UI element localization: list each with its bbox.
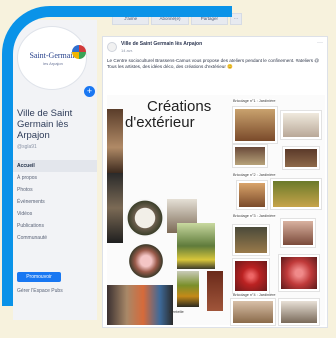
craft-photo <box>233 225 269 255</box>
craft-photo <box>281 111 321 139</box>
page-action-bar: J'aime Abonné(e) Partager ··· <box>112 13 242 25</box>
photo-planter <box>177 223 215 269</box>
collage-title: Créations d'extérieur <box>125 99 225 131</box>
section-label: Bricolage n°2 : Jardinière <box>233 173 276 177</box>
craft-photo <box>233 107 277 143</box>
craft-photo <box>279 299 319 325</box>
more-options-button[interactable]: ··· <box>229 13 242 25</box>
photo-bottle <box>177 271 199 307</box>
craft-photo <box>283 147 319 169</box>
craft-photo <box>233 145 267 167</box>
manage-ads-link[interactable]: Gérer l'Espace Pubs <box>17 288 63 294</box>
craft-photo <box>271 179 321 209</box>
logo-subtext: les Arpajon <box>43 61 63 66</box>
update-photo-button[interactable]: + <box>84 86 95 97</box>
craft-photo <box>281 219 315 247</box>
page-profile-picture[interactable]: Saint-Germain les Arpajon <box>17 26 87 90</box>
logo-emblem-icon <box>72 45 86 59</box>
page-handle: @sgla91 <box>17 144 37 150</box>
page-sidebar: Saint-Germain les Arpajon + Ville de Sai… <box>13 20 97 320</box>
post-card: Ville de Saint Germain lès Arpajon 14 av… <box>102 36 328 328</box>
collage-title-line1: Créations <box>147 98 212 115</box>
nav-item-posts[interactable]: Publications <box>13 220 97 232</box>
section-label: Bricolage n°4 : Jardinière <box>233 293 276 297</box>
post-text: Le Centre socioculturel Brassens-Camus v… <box>107 58 320 69</box>
nav-item-community[interactable]: Communauté <box>13 232 97 244</box>
like-button[interactable]: J'aime <box>112 13 150 25</box>
photo-wreath <box>125 199 165 237</box>
nav-item-home[interactable]: Accueil <box>13 160 97 172</box>
promote-button[interactable]: Promouvoir <box>17 272 61 282</box>
page-nav: Accueil À propos Photos Évènements Vidéo… <box>13 160 97 244</box>
photo-left-top <box>107 109 123 173</box>
section-label: Bricolage n°1 : Jardinière <box>233 99 276 103</box>
page-title[interactable]: Ville de Saint Germain lès Arpajon <box>17 108 93 141</box>
nav-item-events[interactable]: Évènements <box>13 196 97 208</box>
post-image-collage[interactable]: Créations d'extérieur Dentelle Bricolage… <box>107 95 325 325</box>
craft-photo <box>233 259 269 293</box>
section-label: Bricolage n°3 : Jardinière <box>233 214 276 218</box>
photo-jars <box>107 285 173 325</box>
post-author-avatar[interactable] <box>107 42 117 52</box>
photo-left-middle <box>107 173 123 243</box>
craft-photo <box>231 299 275 325</box>
craft-photo <box>237 181 267 209</box>
collage-caption: Dentelle <box>169 309 184 314</box>
craft-photo <box>279 255 319 291</box>
photo-flower <box>127 241 165 281</box>
follow-button[interactable]: Abonné(e) <box>151 13 189 25</box>
nav-item-about[interactable]: À propos <box>13 172 97 184</box>
share-button[interactable]: Partager <box>190 13 228 25</box>
nav-item-videos[interactable]: Vidéos <box>13 208 97 220</box>
post-menu-button[interactable]: ··· <box>317 40 323 46</box>
post-author[interactable]: Ville de Saint Germain lès Arpajon <box>121 41 202 47</box>
facebook-page-screen: Saint-Germain les Arpajon + Ville de Sai… <box>0 0 336 338</box>
post-timestamp[interactable]: 14 avr. <box>121 48 133 53</box>
collage-title-line2: d'extérieur <box>125 114 195 131</box>
nav-item-photos[interactable]: Photos <box>13 184 97 196</box>
photo-wood <box>207 271 223 311</box>
